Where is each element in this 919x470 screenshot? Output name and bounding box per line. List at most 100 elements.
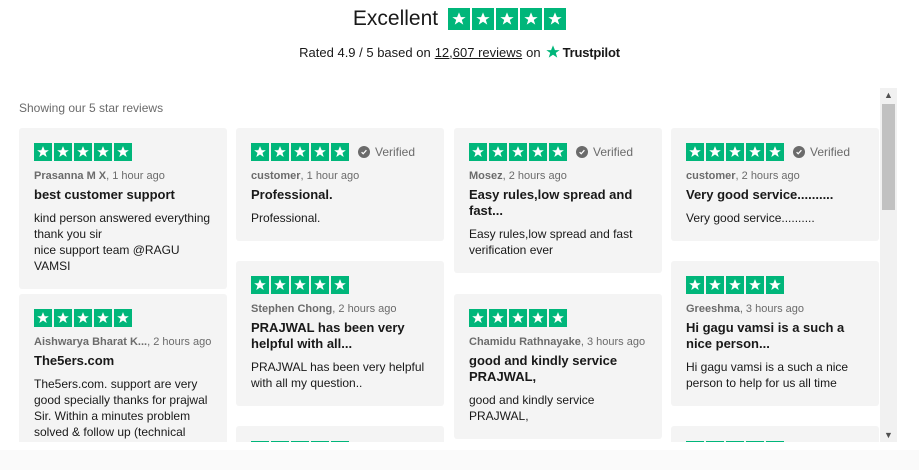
review-card[interactable] xyxy=(236,426,444,442)
review-meta: customer, 1 hour ago xyxy=(251,170,429,182)
star-icon xyxy=(74,309,92,327)
review-card[interactable]: Aishwarya Bharat K..., 2 hours ago The5er… xyxy=(19,294,227,442)
verified-label: Verified xyxy=(810,145,851,159)
review-card[interactable] xyxy=(671,426,879,442)
review-card[interactable]: Prasanna M X, 1 hour ago best customer su… xyxy=(19,128,227,289)
review-author: Aishwarya Bharat K... xyxy=(34,336,148,348)
star-icon xyxy=(509,143,527,161)
reviews-count-link[interactable]: 12,607 reviews xyxy=(435,45,522,60)
review-card[interactable]: Greeshma, 3 hours ago Hi gagu vamsi is a … xyxy=(671,261,879,406)
review-author: Prasanna M X xyxy=(34,170,107,182)
star-icon xyxy=(686,441,704,442)
review-time: , 2 hours ago xyxy=(735,170,800,182)
star-icon xyxy=(311,276,329,294)
verified-label: Verified xyxy=(375,145,416,159)
review-author: Stephen Chong xyxy=(251,303,333,315)
review-meta: Chamidu Rathnayake, 3 hours ago xyxy=(469,336,647,348)
star-icon xyxy=(726,441,744,442)
star-icon xyxy=(726,143,744,161)
star-icon xyxy=(472,8,495,30)
review-title[interactable]: PRAJWAL has been very helpful with all..… xyxy=(251,320,429,352)
star-icon xyxy=(251,441,269,442)
review-title[interactable]: Hi gagu vamsi is a such a nice person... xyxy=(686,320,864,352)
scrollbar-thumb[interactable] xyxy=(882,104,895,210)
star-icon xyxy=(746,441,764,442)
review-card[interactable]: Verified Mosez, 2 hours ago Easy rules,low… xyxy=(454,128,662,273)
review-title[interactable]: Easy rules,low spread and fast... xyxy=(469,187,647,219)
review-author: customer xyxy=(251,170,301,182)
vertical-scrollbar[interactable]: ▲ ▼ xyxy=(880,88,897,442)
star-icon xyxy=(114,143,132,161)
review-stars xyxy=(686,441,864,442)
review-meta: Prasanna M X, 1 hour ago xyxy=(34,170,212,182)
verified-check-icon xyxy=(793,146,805,158)
review-title[interactable]: good and kindly service PRAJWAL, xyxy=(469,353,647,385)
reviews-carousel[interactable]: Prasanna M X, 1 hour ago best customer su… xyxy=(0,126,880,442)
review-card[interactable]: Verified customer, 2 hours ago Very good s… xyxy=(671,128,879,241)
star-icon xyxy=(291,143,309,161)
star-icon xyxy=(766,143,784,161)
verified-badge: Verified xyxy=(576,145,633,159)
star-icon xyxy=(114,309,132,327)
review-body: Easy rules,low spread and fast verificat… xyxy=(469,227,633,257)
showing-label: Showing our 5 star reviews xyxy=(19,101,164,115)
review-meta: Mosez, 2 hours ago xyxy=(469,170,647,182)
header-stars xyxy=(448,8,567,30)
rating-summary: Excellent xyxy=(0,7,919,31)
star-icon xyxy=(544,8,567,30)
star-icon xyxy=(489,309,507,327)
scroll-up-icon[interactable]: ▲ xyxy=(880,88,897,102)
star-icon xyxy=(74,143,92,161)
star-icon xyxy=(54,143,72,161)
star-icon xyxy=(251,143,269,161)
star-icon xyxy=(34,143,52,161)
review-title[interactable]: Professional. xyxy=(251,187,429,203)
verified-check-icon xyxy=(358,146,370,158)
review-meta: Greeshma, 3 hours ago xyxy=(686,303,864,315)
trustpilot-logo[interactable]: Trustpilot xyxy=(545,44,620,60)
star-icon xyxy=(746,276,764,294)
star-icon xyxy=(469,309,487,327)
star-icon xyxy=(529,309,547,327)
review-time: , 1 hour ago xyxy=(300,170,360,182)
review-body: good and kindly service PRAJWAL, xyxy=(469,393,595,423)
review-body: Professional. xyxy=(251,211,321,225)
star-icon xyxy=(448,8,471,30)
review-card[interactable]: Chamidu Rathnayake, 3 hours ago good and … xyxy=(454,294,662,439)
star-icon xyxy=(489,143,507,161)
star-icon xyxy=(34,309,52,327)
star-icon xyxy=(271,441,289,442)
scroll-down-icon[interactable]: ▼ xyxy=(880,428,897,442)
review-title[interactable]: The5ers.com xyxy=(34,353,212,369)
review-author: customer xyxy=(686,170,736,182)
star-icon xyxy=(549,143,567,161)
review-stars xyxy=(34,309,212,327)
review-body: kind person answered everything thank yo… xyxy=(34,211,211,273)
star-icon xyxy=(706,143,724,161)
star-icon xyxy=(766,441,784,442)
star-icon xyxy=(686,143,704,161)
review-card[interactable]: Stephen Chong, 2 hours ago PRAJWAL has be… xyxy=(236,261,444,406)
verified-check-icon xyxy=(576,146,588,158)
review-time: , 2 hours ago xyxy=(147,336,212,348)
star-icon xyxy=(291,441,309,442)
review-title[interactable]: Very good service.......... xyxy=(686,187,864,203)
review-stars: Verified xyxy=(469,143,647,161)
star-icon xyxy=(331,276,349,294)
review-author: Greeshma xyxy=(686,303,740,315)
review-time: , 2 hours ago xyxy=(332,303,397,315)
review-time: , 3 hours ago xyxy=(580,336,646,348)
trustpilot-star-icon xyxy=(545,44,563,60)
star-icon xyxy=(520,8,543,30)
review-meta: Stephen Chong, 2 hours ago xyxy=(251,303,429,315)
star-icon xyxy=(766,276,784,294)
review-body: Very good service.......... xyxy=(686,211,815,225)
review-meta: customer, 2 hours ago xyxy=(686,170,864,182)
star-icon xyxy=(529,143,547,161)
star-icon xyxy=(291,276,309,294)
review-card[interactable]: Verified customer, 1 hour ago Professional… xyxy=(236,128,444,241)
review-author: Mosez xyxy=(469,170,503,182)
review-title[interactable]: best customer support xyxy=(34,187,212,203)
star-icon xyxy=(331,143,349,161)
star-icon xyxy=(251,276,269,294)
